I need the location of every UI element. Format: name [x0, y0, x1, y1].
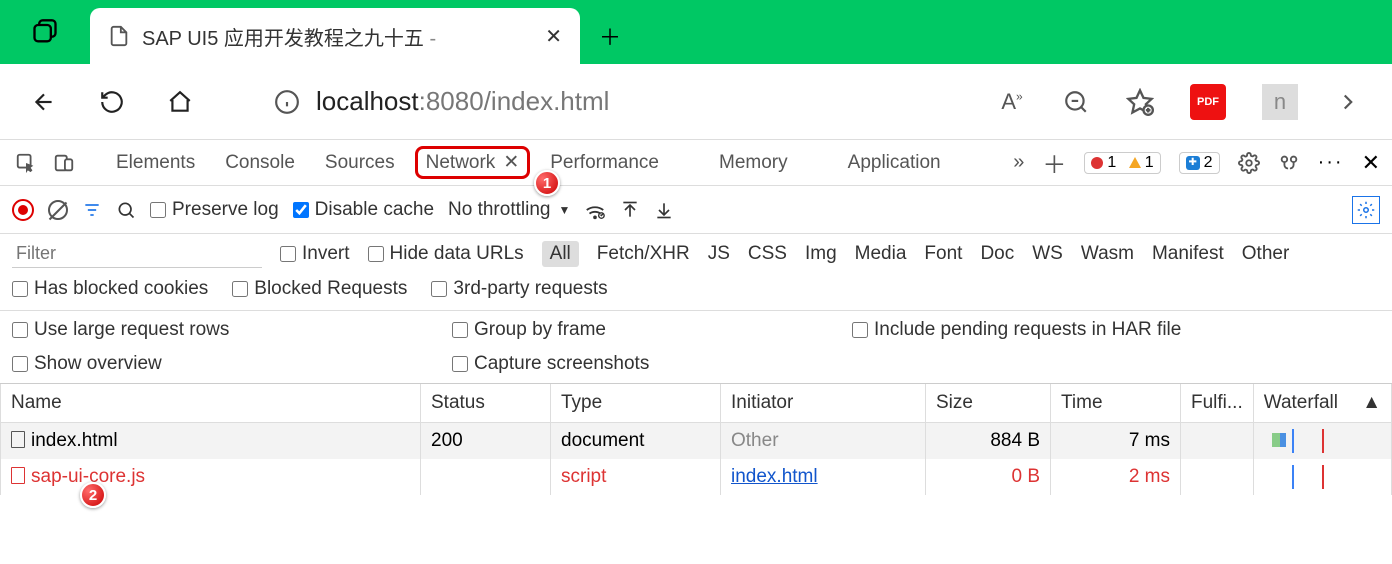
home-button[interactable]	[166, 88, 194, 116]
col-size[interactable]: Size	[926, 384, 1051, 423]
filter-toggle-icon[interactable]	[82, 200, 102, 220]
tab-performance[interactable]: Performance	[540, 148, 669, 178]
network-settings-grid: Use large request rows Group by frame In…	[0, 311, 1392, 384]
type-font[interactable]: Font	[924, 243, 962, 265]
url-text: localhost:8080/index.html	[316, 86, 609, 117]
reload-button[interactable]	[98, 88, 126, 116]
tab-network[interactable]: Network✕	[415, 146, 531, 179]
col-initiator[interactable]: Initiator	[721, 384, 926, 423]
more-tabs-icon[interactable]: »	[1013, 151, 1024, 174]
col-waterfall[interactable]: Waterfall ▲	[1253, 384, 1391, 423]
dock-side-icon[interactable]	[1278, 152, 1300, 174]
requests-table: Name Status Type Initiator Size Time Ful…	[0, 384, 1392, 555]
tab-console[interactable]: Console	[215, 148, 305, 178]
table-row[interactable]: sap-ui-core.js script index.html 0 B 2 m…	[1, 459, 1392, 495]
table-row[interactable]: index.html 200 document Other 884 B 7 ms	[1, 423, 1392, 460]
network-toolbar: Preserve log Disable cache No throttling…	[0, 186, 1392, 234]
zoom-out-icon[interactable]	[1062, 88, 1090, 116]
close-devtools-icon[interactable]: ✕	[1362, 150, 1380, 176]
hide-data-urls-checkbox[interactable]: Hide data URLs	[368, 243, 524, 265]
settings-icon[interactable]	[1238, 152, 1260, 174]
address-bar: localhost:8080/index.html A» PDF n	[0, 64, 1392, 140]
type-fetchxhr[interactable]: Fetch/XHR	[597, 243, 690, 265]
col-type[interactable]: Type	[551, 384, 721, 423]
url-box[interactable]: localhost:8080/index.html	[274, 86, 609, 117]
back-button[interactable]	[30, 88, 58, 116]
read-aloud-icon[interactable]: A»	[998, 88, 1026, 116]
capture-screenshots-checkbox[interactable]: Capture screenshots	[452, 353, 852, 375]
throttling-select[interactable]: No throttling ▼	[448, 199, 570, 221]
file-icon	[11, 467, 25, 484]
pdf-extension-icon[interactable]: PDF	[1190, 84, 1226, 120]
blocked-requests-checkbox[interactable]: Blocked Requests	[232, 278, 407, 300]
initiator-link[interactable]: index.html	[731, 466, 818, 487]
table-header-row: Name Status Type Initiator Size Time Ful…	[1, 384, 1392, 423]
col-fulfilled[interactable]: Fulfi...	[1181, 384, 1254, 423]
tab-sources[interactable]: Sources	[315, 148, 405, 178]
file-icon	[11, 431, 25, 448]
has-blocked-cookies-checkbox[interactable]: Has blocked cookies	[12, 278, 208, 300]
site-info-icon[interactable]	[274, 89, 300, 115]
network-conditions-icon[interactable]	[584, 199, 606, 221]
record-button[interactable]	[12, 199, 34, 221]
inspect-icon[interactable]	[12, 149, 40, 177]
more-extension-icon[interactable]	[1334, 88, 1362, 116]
type-manifest[interactable]: Manifest	[1152, 243, 1224, 265]
col-time[interactable]: Time	[1051, 384, 1181, 423]
group-frame-checkbox[interactable]: Group by frame	[452, 319, 852, 341]
page-icon	[108, 25, 130, 47]
type-js[interactable]: JS	[708, 243, 730, 265]
more-icon[interactable]: ···	[1318, 151, 1344, 174]
type-other[interactable]: Other	[1242, 243, 1290, 265]
col-name[interactable]: Name	[1, 384, 421, 423]
waterfall-bar	[1264, 465, 1381, 489]
col-status[interactable]: Status	[421, 384, 551, 423]
favorites-icon[interactable]	[1126, 88, 1154, 116]
include-har-checkbox[interactable]: Include pending requests in HAR file	[852, 319, 1352, 341]
filter-types-row: Invert Hide data URLs All Fetch/XHR JS C…	[0, 234, 1392, 274]
tab-close-icon[interactable]: ✕	[545, 24, 562, 49]
type-ws[interactable]: WS	[1032, 243, 1063, 265]
large-rows-checkbox[interactable]: Use large request rows	[12, 319, 452, 341]
tab-memory[interactable]: Memory	[709, 148, 798, 178]
type-css[interactable]: CSS	[748, 243, 787, 265]
show-overview-checkbox[interactable]: Show overview	[12, 353, 452, 375]
clear-button[interactable]	[48, 200, 68, 220]
errors-badge[interactable]: 1 1	[1084, 152, 1160, 174]
type-all[interactable]: All	[542, 241, 579, 267]
network-settings-icon[interactable]	[1352, 196, 1380, 224]
device-toggle-icon[interactable]	[50, 149, 78, 177]
new-tab-button[interactable]: ＋	[580, 8, 640, 64]
type-media[interactable]: Media	[855, 243, 907, 265]
waterfall-bar	[1264, 429, 1381, 453]
callout-1: 1	[534, 170, 560, 196]
disable-cache-checkbox[interactable]: Disable cache	[293, 199, 434, 221]
messages-badge[interactable]: ✚2	[1179, 152, 1220, 174]
close-icon[interactable]: ✕	[503, 151, 519, 174]
filter-extra-row: Has blocked cookies Blocked Requests 3rd…	[0, 274, 1392, 311]
search-icon[interactable]	[116, 200, 136, 220]
tab-title: SAP UI5 应用开发教程之九十五 -	[142, 22, 436, 51]
import-har-icon[interactable]	[654, 200, 674, 220]
n-extension-icon[interactable]: n	[1262, 84, 1298, 120]
browser-tab-active[interactable]: SAP UI5 应用开发教程之九十五 - ✕	[90, 8, 580, 64]
preserve-log-checkbox[interactable]: Preserve log	[150, 199, 279, 221]
third-party-checkbox[interactable]: 3rd-party requests	[431, 278, 607, 300]
invert-checkbox[interactable]: Invert	[280, 243, 350, 265]
export-har-icon[interactable]	[620, 200, 640, 220]
type-doc[interactable]: Doc	[980, 243, 1014, 265]
type-img[interactable]: Img	[805, 243, 837, 265]
tab-elements[interactable]: Elements	[106, 148, 205, 178]
tab-application[interactable]: Application	[838, 148, 951, 178]
devtools-tabbar: Elements Console Sources Network✕ Perfor…	[0, 140, 1392, 186]
window-control-icon[interactable]	[0, 0, 90, 64]
callout-2: 2	[80, 482, 106, 508]
filter-input[interactable]	[12, 240, 262, 268]
browser-tab-bar: SAP UI5 应用开发教程之九十五 - ✕ ＋	[0, 0, 1392, 64]
add-tab-icon[interactable]: ＋	[1042, 145, 1066, 180]
type-wasm[interactable]: Wasm	[1081, 243, 1134, 265]
